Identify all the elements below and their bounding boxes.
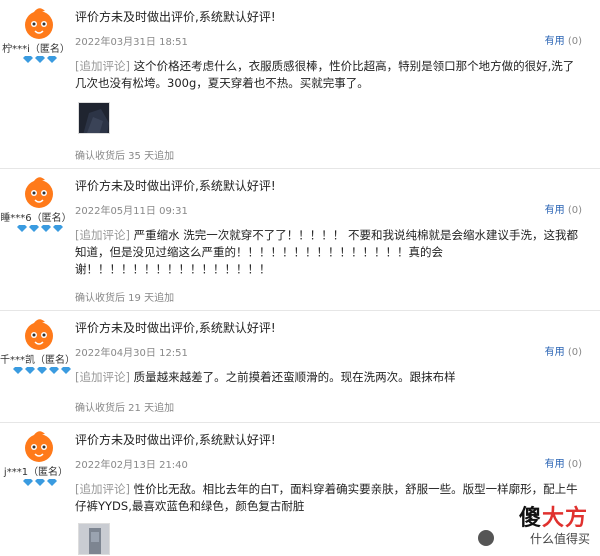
followup-tag: [追加评论] bbox=[75, 482, 130, 496]
review-photo-thumbnail[interactable] bbox=[78, 102, 110, 134]
user-level-gems bbox=[12, 56, 68, 63]
helpful-button[interactable]: 有用 bbox=[545, 36, 565, 47]
review-item: 柠***i（匿名） 评价方未及时做出评价,系统默认好评! 2022年03月31日… bbox=[0, 0, 600, 168]
username[interactable]: 睡***6（匿名） bbox=[0, 209, 72, 224]
gem-icon bbox=[29, 225, 39, 232]
followup-comment: [追加评论] 这个价格还考虑什么，衣服质感很棒，性价比超高，特别是领口那个地方做… bbox=[75, 58, 585, 92]
helpful-count: (0) bbox=[567, 347, 582, 358]
gem-icon bbox=[37, 367, 47, 374]
helpful-count: (0) bbox=[567, 459, 582, 470]
smzdm-logo-icon bbox=[478, 530, 494, 546]
confirm-receipt-note: 确认收货后 35 天追加 bbox=[75, 151, 175, 162]
gem-icon bbox=[53, 225, 63, 232]
helpful-control: 有用 (0) bbox=[545, 455, 582, 470]
watermark-brand-black: 傻 bbox=[518, 506, 542, 531]
review-item: 睡***6（匿名） 评价方未及时做出评价,系统默认好评! 2022年05月11日… bbox=[0, 168, 600, 310]
username[interactable]: 千***凯（匿名） bbox=[0, 351, 75, 366]
helpful-button[interactable]: 有用 bbox=[545, 459, 565, 470]
gem-icon bbox=[61, 367, 71, 374]
confirm-receipt-note: 确认收货后 21 天追加 bbox=[75, 403, 175, 414]
followup-tag: [追加评论] bbox=[75, 228, 130, 242]
gem-icon bbox=[23, 56, 33, 63]
review-item: 千***凯（匿名） 评价方未及时做出评价,系统默认好评! 2022年04月30日… bbox=[0, 310, 600, 422]
helpful-control: 有用 (0) bbox=[545, 32, 582, 47]
review-date: 2022年02月13日 21:40 bbox=[75, 460, 188, 471]
confirm-receipt-note: 确认收货后 19 天追加 bbox=[75, 293, 175, 304]
review-photo-thumbnail[interactable] bbox=[78, 523, 110, 555]
user-level-gems bbox=[12, 225, 68, 232]
gem-icon bbox=[47, 479, 57, 486]
review-text: 评价方未及时做出评价,系统默认好评! bbox=[75, 433, 276, 447]
site-watermark: 傻大方 什么值得买 bbox=[476, 500, 596, 552]
gem-icon bbox=[23, 479, 33, 486]
followup-text: 这个价格还考虑什么，衣服质感很棒，性价比超高，特别是领口那个地方做的很好,洗了几… bbox=[75, 59, 575, 90]
avatar-icon[interactable] bbox=[18, 6, 60, 42]
username[interactable]: 柠***i（匿名） bbox=[0, 40, 72, 55]
review-date: 2022年03月31日 18:51 bbox=[75, 37, 188, 48]
gem-icon bbox=[17, 225, 27, 232]
user-level-gems bbox=[12, 479, 68, 486]
gem-icon bbox=[13, 367, 23, 374]
gem-icon bbox=[49, 367, 59, 374]
gem-icon bbox=[41, 225, 51, 232]
review-date: 2022年05月11日 09:31 bbox=[75, 206, 188, 217]
avatar-icon[interactable] bbox=[18, 429, 60, 465]
avatar-icon[interactable] bbox=[18, 317, 60, 353]
helpful-control: 有用 (0) bbox=[545, 201, 582, 216]
watermark-brand: 傻大方 bbox=[519, 500, 588, 532]
watermark-site-name: 什么值得买 bbox=[529, 532, 590, 546]
gem-icon bbox=[25, 367, 35, 374]
followup-text: 严重缩水 洗完一次就穿不了了！！！！！ 不要和我说纯棉就是会缩水建议手洗，这我都… bbox=[75, 228, 578, 276]
user-level-gems bbox=[12, 367, 71, 374]
followup-text: 质量越来越差了。之前摸着还蛮顺滑的。现在洗两次。跟抹布样 bbox=[133, 370, 456, 384]
followup-tag: [追加评论] bbox=[75, 59, 130, 73]
helpful-button[interactable]: 有用 bbox=[545, 347, 565, 358]
review-text: 评价方未及时做出评价,系统默认好评! bbox=[75, 321, 276, 335]
watermark-brand-red: 大方 bbox=[541, 506, 588, 531]
followup-comment: [追加评论] 严重缩水 洗完一次就穿不了了！！！！！ 不要和我说纯棉就是会缩水建… bbox=[75, 227, 585, 278]
username[interactable]: j***1（匿名） bbox=[0, 463, 72, 478]
avatar-icon[interactable] bbox=[18, 175, 60, 211]
gem-icon bbox=[35, 479, 45, 486]
helpful-count: (0) bbox=[567, 36, 582, 47]
gem-icon bbox=[35, 56, 45, 63]
review-date: 2022年04月30日 12:51 bbox=[75, 348, 188, 359]
gem-icon bbox=[47, 56, 57, 63]
followup-tag: [追加评论] bbox=[75, 370, 130, 384]
helpful-count: (0) bbox=[567, 205, 582, 216]
review-text: 评价方未及时做出评价,系统默认好评! bbox=[75, 10, 276, 24]
helpful-button[interactable]: 有用 bbox=[545, 205, 565, 216]
review-text: 评价方未及时做出评价,系统默认好评! bbox=[75, 179, 276, 193]
followup-comment: [追加评论] 质量越来越差了。之前摸着还蛮顺滑的。现在洗两次。跟抹布样 bbox=[75, 369, 585, 386]
helpful-control: 有用 (0) bbox=[545, 343, 582, 358]
